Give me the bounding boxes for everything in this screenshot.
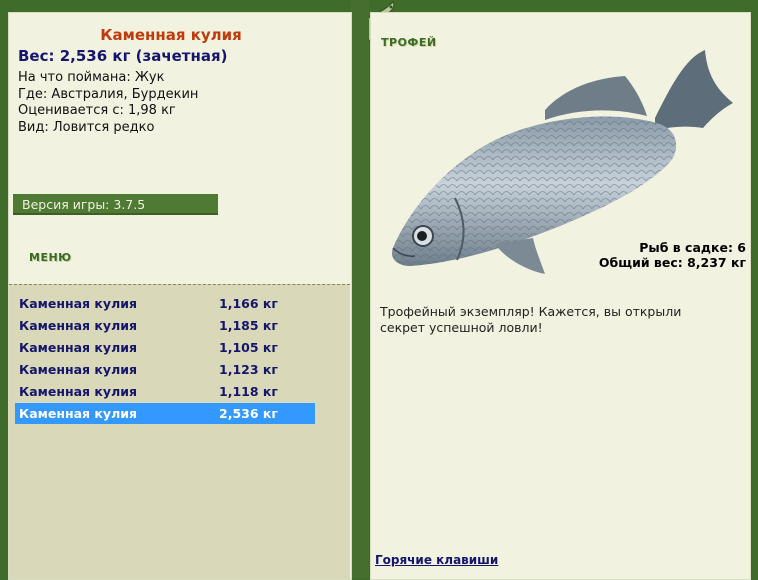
catch-name: Каменная кулия	[19, 318, 138, 333]
catch-weight: 1,185 кг	[219, 318, 278, 333]
catch-list: Каменная кулия 1,166 кг Каменная кулия 1…	[9, 284, 350, 579]
trophy-message: Трофейный экземпляр! Кажется, вы открыли…	[380, 304, 682, 335]
catch-row[interactable]: Каменная кулия 1,166 кг	[15, 293, 315, 314]
catch-row[interactable]: Каменная кулия 1,105 кг	[15, 337, 315, 358]
fish-image	[391, 50, 733, 274]
catch-row[interactable]: Каменная кулия 1,185 кг	[15, 315, 315, 336]
version-bar: Версия игры: 3.7.5	[13, 194, 218, 215]
game-frame: Каменная кулия Вес: 2,536 кг (зачетная) …	[0, 0, 758, 580]
catch-weight: 1,166 кг	[219, 296, 278, 311]
catch-name: Каменная кулия	[19, 362, 138, 377]
bait-info: На что поймана: Жук	[18, 70, 165, 85]
catch-weight: 1,105 кг	[219, 340, 278, 355]
catch-row[interactable]: Каменная кулия 1,118 кг	[15, 381, 315, 402]
value-info: Оценивается с: 1,98 кг	[18, 103, 176, 118]
catch-row-selected[interactable]: Каменная кулия 2,536 кг	[15, 403, 315, 424]
fish-weight: Вес: 2,536 кг (зачетная)	[18, 47, 228, 65]
catch-weight: 1,118 кг	[219, 384, 278, 399]
catch-name: Каменная кулия	[19, 384, 138, 399]
catch-weight: 1,123 кг	[219, 362, 278, 377]
fish-name-title: Каменная кулия	[100, 26, 242, 44]
catch-row[interactable]: Каменная кулия 1,123 кг	[15, 359, 315, 380]
place-info: Где: Австралия, Бурдекин	[18, 86, 199, 102]
hotkeys-link[interactable]: Горячие клавиши	[375, 553, 498, 567]
type-info: Вид: Ловится редко	[18, 119, 155, 135]
catch-name: Каменная кулия	[19, 406, 138, 421]
catch-weight: 2,536 кг	[219, 406, 278, 421]
fish-info: На что поймана: Жук Где: Австралия, Бурд…	[18, 70, 198, 136]
catch-name: Каменная кулия	[19, 296, 138, 311]
catch-name: Каменная кулия	[19, 340, 138, 355]
panel-divider	[351, 0, 369, 578]
menu-button[interactable]: МЕНЮ	[29, 251, 72, 264]
